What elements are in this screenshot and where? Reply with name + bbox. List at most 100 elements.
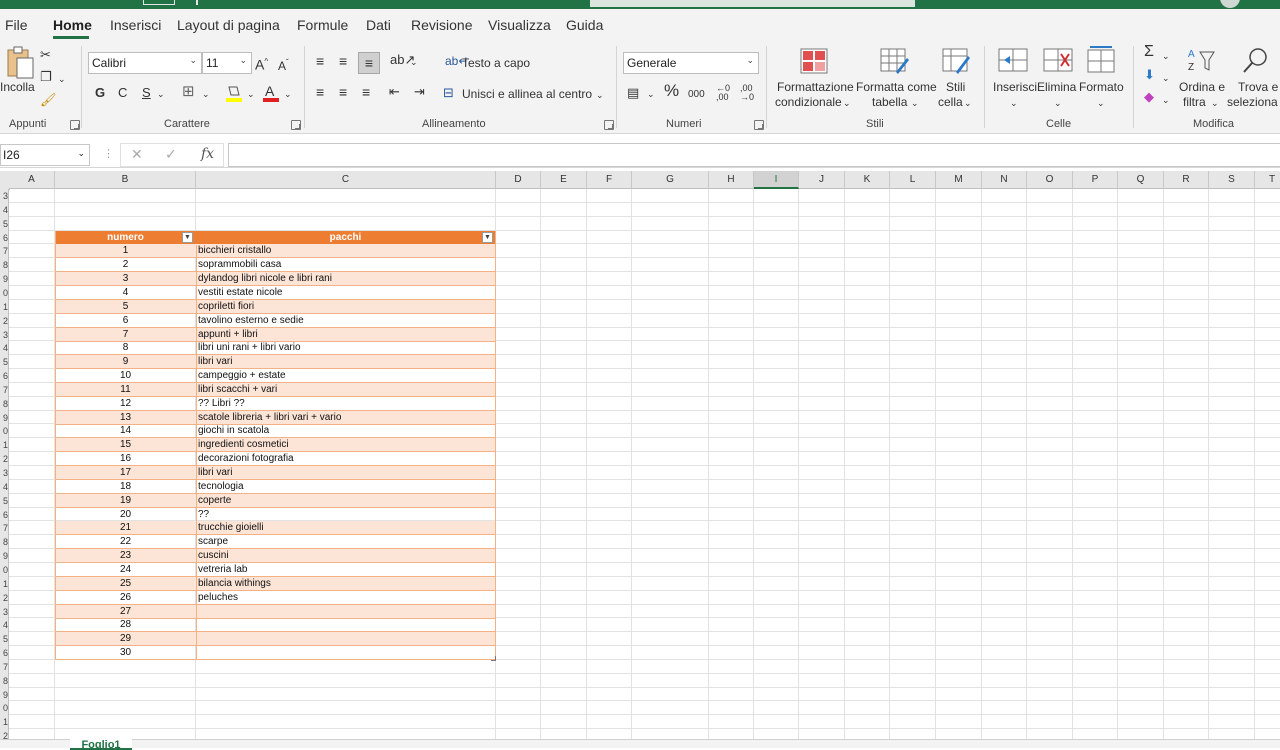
table-row[interactable]: 23 cuscini <box>55 549 495 563</box>
table-row[interactable]: 29 <box>55 632 495 646</box>
cell-numero[interactable]: 4 <box>55 286 196 300</box>
cell-numero[interactable]: 27 <box>55 605 196 619</box>
cell-numero[interactable]: 23 <box>55 549 196 563</box>
cell-pacchi[interactable]: libri uni rani + libri vario <box>198 341 493 355</box>
column-header-q[interactable]: Q <box>1118 171 1164 189</box>
column-header-e[interactable]: E <box>541 171 587 189</box>
format-as-table-icon[interactable] <box>880 48 910 74</box>
table-row[interactable]: 15 ingredienti cosmetici <box>55 438 495 452</box>
chevron-down-icon[interactable]: ⌄ <box>410 55 418 69</box>
cell-numero[interactable]: 3 <box>55 272 196 286</box>
chevron-down-icon[interactable]: ⌄ <box>1162 71 1170 85</box>
thousands-separator-button[interactable]: 000 <box>688 88 705 102</box>
chevron-down-icon[interactable]: ⌄ <box>1010 96 1018 110</box>
increase-font-icon[interactable]: A^ <box>255 55 268 72</box>
chevron-down-icon[interactable]: ⌄ <box>284 87 292 101</box>
table-row[interactable]: 11 libri scacchi + vari <box>55 383 495 397</box>
cell-pacchi[interactable]: decorazioni fotografia <box>198 452 493 466</box>
row-header[interactable]: 6 <box>0 646 9 660</box>
delete-cells-icon[interactable] <box>1043 48 1073 74</box>
cell-numero[interactable]: 21 <box>55 521 196 535</box>
cell-pacchi[interactable]: ?? Libri ?? <box>198 397 493 411</box>
row-header[interactable]: 2 <box>0 452 9 466</box>
alignment-launcher-icon[interactable] <box>604 120 614 130</box>
cell-pacchi[interactable]: cuscini <box>198 549 493 563</box>
cell-pacchi[interactable]: dylandog libri nicole e libri rani <box>198 272 493 286</box>
cell-numero[interactable]: 18 <box>55 480 196 494</box>
decrease-indent-icon[interactable]: ⇤ <box>389 85 400 99</box>
table-row[interactable]: 17 libri vari <box>55 466 495 480</box>
table-row[interactable]: 27 <box>55 605 495 619</box>
row-header[interactable]: 5 <box>0 355 9 369</box>
cell-numero[interactable]: 22 <box>55 535 196 549</box>
row-header[interactable]: 0 <box>0 424 9 438</box>
row-header[interactable]: 8 <box>0 535 9 549</box>
row-header[interactable]: 3 <box>0 189 9 203</box>
cell-numero[interactable]: 6 <box>55 314 196 328</box>
chevron-down-icon[interactable]: ⌄ <box>1054 96 1062 110</box>
clipboard-launcher-icon[interactable] <box>70 120 80 130</box>
column-header-g[interactable]: G <box>632 171 709 189</box>
table-row[interactable]: 30 <box>55 646 495 660</box>
cell-pacchi[interactable]: bilancia withings <box>198 577 493 591</box>
chevron-down-icon[interactable]: ⌄ <box>1097 96 1105 110</box>
tab-visualizza[interactable]: Visualizza <box>488 17 551 33</box>
row-header[interactable]: 6 <box>0 369 9 383</box>
cell-numero[interactable]: 17 <box>55 466 196 480</box>
cell-pacchi[interactable]: tecnologia <box>198 480 493 494</box>
table-row[interactable]: 20?? <box>55 508 495 522</box>
delete-cells-button[interactable]: Elimina <box>1037 80 1076 94</box>
column-header-o[interactable]: O <box>1027 171 1073 189</box>
cell-pacchi[interactable]: libri vari <box>198 466 493 480</box>
align-middle-icon[interactable]: ≡ <box>339 54 347 68</box>
row-header[interactable]: 8 <box>0 674 9 688</box>
table-row[interactable]: 16 decorazioni fotografia <box>55 452 495 466</box>
cell-numero[interactable]: 2 <box>55 258 196 272</box>
column-header-h[interactable]: H <box>709 171 754 189</box>
column-header-l[interactable]: L <box>890 171 936 189</box>
cell-styles-button[interactable]: Stili <box>946 80 965 94</box>
copy-icon[interactable]: ❐ <box>40 70 52 84</box>
chevron-down-icon[interactable]: ⌄ <box>247 87 255 101</box>
column-header-i[interactable]: I <box>754 171 799 189</box>
row-header[interactable]: 1 <box>0 715 9 729</box>
chevron-down-icon[interactable]: ⌄ <box>58 72 66 86</box>
wrap-text-button[interactable]: Testo a capo <box>462 56 530 70</box>
row-header[interactable]: 0 <box>0 563 9 577</box>
format-as-table-button[interactable]: Formatta come <box>856 80 937 94</box>
clear-icon[interactable]: ◆ <box>1144 90 1154 104</box>
row-header[interactable]: 8 <box>0 258 9 272</box>
tab-file[interactable]: File <box>5 17 28 33</box>
tab-inserisci[interactable]: Inserisci <box>110 17 161 33</box>
table-row[interactable]: 14 giochi in scatola <box>55 424 495 438</box>
paste-icon[interactable] <box>5 46 35 80</box>
table-row[interactable]: 24 vetreria lab <box>55 563 495 577</box>
row-header[interactable]: 1 <box>0 577 9 591</box>
row-header[interactable]: 0 <box>0 286 9 300</box>
cell-numero[interactable]: 1 <box>55 244 196 258</box>
cell-numero[interactable]: 10 <box>55 369 196 383</box>
row-header[interactable]: 5 <box>0 494 9 508</box>
fill-color-icon[interactable] <box>225 84 243 104</box>
decrease-font-icon[interactable]: Aˇ <box>278 56 289 73</box>
decrease-decimal-icon[interactable]: ,00 →0 <box>740 84 754 102</box>
autosum-icon[interactable]: Σ <box>1144 44 1154 60</box>
table-row[interactable]: 4 vestiti estate nicole <box>55 286 495 300</box>
sort-filter-icon[interactable]: A Z <box>1186 46 1218 74</box>
chevron-down-icon[interactable]: ⌄ <box>157 87 165 101</box>
align-top-icon[interactable]: ≡ <box>316 54 324 68</box>
spreadsheet-grid[interactable]: ABCDEFGHIJKLMNOPQRST34567890123456789012… <box>0 171 1280 739</box>
cell-pacchi[interactable]: vestiti estate nicole <box>198 286 493 300</box>
column-header-n[interactable]: N <box>982 171 1027 189</box>
format-cells-button[interactable]: Formato <box>1079 80 1124 94</box>
row-header[interactable]: 4 <box>0 618 9 632</box>
filter-dropdown-icon[interactable]: ▼ <box>182 232 193 243</box>
row-header[interactable]: 6 <box>0 231 9 245</box>
enter-icon[interactable]: ✓ <box>165 147 177 161</box>
search-box[interactable] <box>590 0 915 7</box>
cell-pacchi[interactable]: libri scacchi + vari <box>198 383 493 397</box>
cell-numero[interactable]: 28 <box>55 618 196 632</box>
row-header[interactable]: 9 <box>0 411 9 425</box>
italic-button[interactable]: C <box>118 86 127 100</box>
align-right-icon[interactable]: ≡ <box>362 85 370 99</box>
